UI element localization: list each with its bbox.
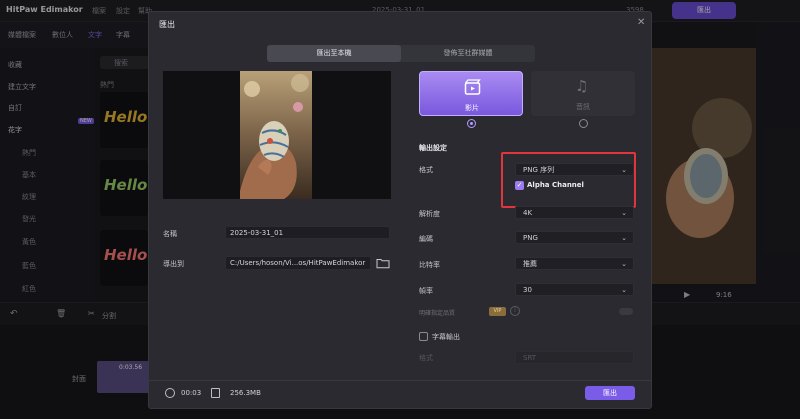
music-icon: ♫ [575,77,589,95]
bitrate-select[interactable]: 推薦 ⌄ [515,257,634,270]
subtitle-format-select[interactable]: SRT [515,351,634,364]
fps-label: 幀率 [419,287,433,295]
chevron-down-icon: ⌄ [621,209,627,217]
fps-value: 30 [523,286,532,294]
type-card-video[interactable]: 影片 [419,71,523,116]
video-icon [464,79,481,95]
chevron-down-icon: ⌄ [621,286,627,294]
preview-image [240,71,312,199]
export-tabs: 匯出至本機 發佈至社群媒體 [267,45,535,62]
subtitle-format-label: 格式 [419,354,433,362]
info-icon[interactable]: i [510,306,520,316]
file-size-value: 256.3MB [230,389,261,397]
resolution-label: 解析度 [419,210,440,218]
bitrate-value: 推薦 [523,260,537,268]
resolution-value: 4K [523,209,533,217]
subtitle-format-value: SRT [523,354,537,362]
format-label: 格式 [419,166,433,174]
type-card-audio[interactable]: ♫ 音訊 [531,71,635,116]
audio-radio[interactable] [579,119,588,128]
quality-toggle[interactable] [619,308,633,315]
bitrate-label: 比特率 [419,261,440,269]
encoder-select[interactable]: PNG ⌄ [515,231,634,244]
export-path-input[interactable]: C:/Users/hoson/Vi...os/HitPawEdimakor [225,256,371,270]
duration-value: 00:03 [181,389,202,397]
quality-label: 明確指定品質 [419,310,456,317]
subtitle-checkbox[interactable] [419,332,428,341]
subtitle-label: 字幕輸出 [432,333,460,341]
output-settings-title: 輸出設定 [419,144,447,152]
close-icon[interactable]: ✕ [637,17,645,28]
dialog-footer [149,380,651,409]
encoder-label: 編碼 [419,235,433,243]
export-to-label: 導出到 [163,260,184,268]
chevron-down-icon: ⌄ [621,234,627,242]
export-button[interactable]: 匯出 [585,386,635,400]
fps-select[interactable]: 30 ⌄ [515,283,634,296]
chevron-down-icon: ⌄ [621,260,627,268]
video-radio[interactable] [467,119,476,128]
clock-icon [165,388,175,398]
vip-badge: VIP [489,307,506,316]
audio-label: 音訊 [576,103,590,111]
folder-icon[interactable] [376,256,390,270]
highlight-box [501,152,636,208]
export-dialog: 匯出 ✕ 匯出至本機 發佈至社群媒體 名稱 2025-03-31_01 導出到 … [148,11,652,409]
tab-export-local[interactable]: 匯出至本機 [267,45,401,62]
encoder-value: PNG [523,234,538,242]
export-preview [163,71,391,199]
video-label: 影片 [465,104,479,112]
tab-publish-social[interactable]: 發佈至社群媒體 [401,45,535,62]
resolution-select[interactable]: 4K ⌄ [515,206,634,219]
file-size-icon [211,388,220,398]
name-label: 名稱 [163,230,177,238]
name-input[interactable]: 2025-03-31_01 [225,226,390,239]
dialog-title: 匯出 [159,20,175,29]
